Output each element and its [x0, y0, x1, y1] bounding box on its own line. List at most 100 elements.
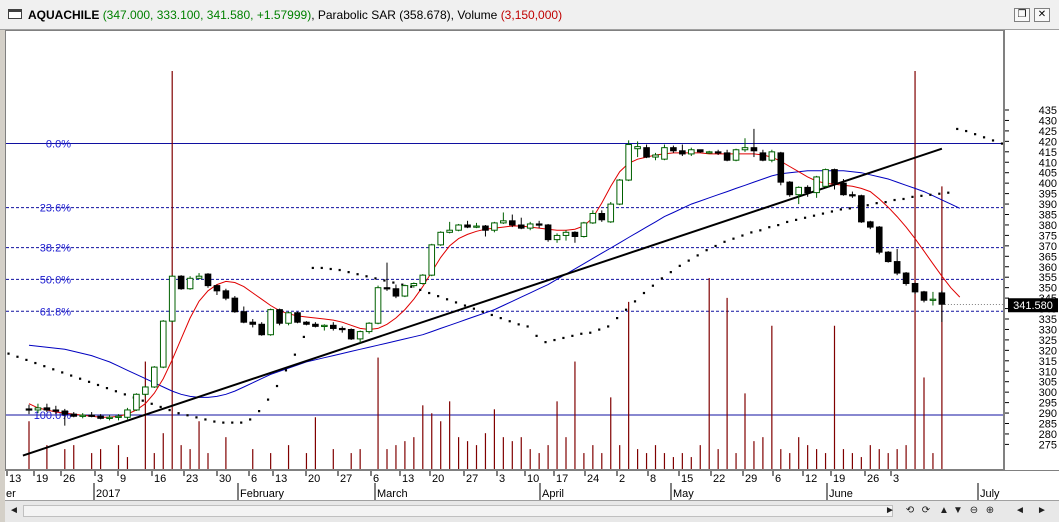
month-label: March	[377, 488, 408, 500]
candle-body	[705, 151, 713, 154]
price-tick-label: 375	[1039, 230, 1057, 242]
page-right-icon[interactable]: ►	[1035, 504, 1049, 518]
sar-dot	[553, 338, 556, 342]
sar-dot	[177, 412, 180, 415]
date-tick-label: 22	[713, 473, 725, 485]
candle-body	[750, 147, 758, 152]
horizontal-scrollbar[interactable]: ◄ ► ⟲ ⟳ ▲ ▼ ⊖ ⊕ ◄ ►	[5, 500, 1059, 522]
candle-body	[97, 415, 104, 419]
price-tick-label: 360	[1039, 262, 1057, 274]
candle-body	[276, 309, 283, 324]
sar-dot	[795, 218, 798, 221]
candle-body	[679, 150, 686, 155]
restore-icon[interactable]: ❐	[1014, 8, 1030, 22]
title-bar: AQUACHILE (347.000, 333.100, 341.580, +1…	[0, 0, 1059, 30]
price-tick-label: 310	[1039, 366, 1057, 378]
candle-body	[875, 226, 883, 253]
sar-dot	[705, 249, 708, 252]
sar-dot	[884, 201, 887, 204]
scroll-up-icon[interactable]: ▲	[937, 504, 951, 518]
sar-dot	[454, 301, 458, 304]
candle-body	[267, 309, 274, 336]
date-tick-label: 3	[97, 473, 103, 485]
date-tick-label: 15	[681, 473, 693, 485]
sar-dot	[258, 410, 261, 413]
candle-body	[321, 324, 328, 328]
candle-body	[356, 331, 364, 340]
candle-body	[500, 220, 507, 224]
candle-body	[258, 323, 265, 336]
month-label: April	[542, 488, 564, 500]
sar-dot	[893, 198, 896, 202]
sar-dot	[947, 191, 950, 194]
sar-dot	[929, 193, 932, 196]
candle-body	[804, 186, 811, 194]
candle-body	[249, 321, 257, 325]
candle-body	[133, 393, 140, 411]
fib-label: 0.0%	[46, 138, 71, 150]
zoom-out-icon[interactable]: ⊖	[967, 504, 981, 518]
price-tick-label: 335	[1039, 314, 1057, 326]
candle-body	[392, 288, 400, 297]
sar-dot	[329, 267, 332, 271]
sar-dot	[956, 127, 959, 131]
candle-body	[777, 152, 785, 183]
candle-body	[365, 322, 373, 333]
month-label: June	[829, 488, 853, 500]
candle-body	[696, 149, 704, 153]
close-icon[interactable]: ✕	[1034, 8, 1050, 22]
candle-body	[455, 224, 462, 231]
candle-body	[517, 224, 525, 229]
candle-body	[723, 152, 731, 161]
sar-dot	[974, 133, 977, 136]
sar-dot	[222, 421, 225, 424]
fib-label: 23.6%	[40, 203, 71, 215]
page-left-icon[interactable]: ◄	[1013, 504, 1027, 518]
scroll-right-arrow-icon[interactable]: ►	[883, 504, 897, 518]
price-tick-label: 390	[1039, 199, 1057, 211]
zoom-in-icon[interactable]: ⊕	[983, 504, 997, 518]
candle-body	[177, 275, 185, 290]
sar-dot	[848, 207, 851, 210]
candle-body	[911, 283, 919, 293]
sar-dot	[687, 259, 690, 262]
date-tick-label: 19	[36, 473, 48, 485]
chart-title: AQUACHILE (347.000, 333.100, 341.580, +1…	[28, 8, 563, 22]
rotate-left-icon[interactable]: ⟲	[903, 504, 917, 518]
date-tick-label: 10	[527, 473, 539, 485]
price-tick-label: 365	[1039, 251, 1057, 263]
sar-dot	[544, 341, 547, 344]
candle-body	[634, 146, 641, 150]
date-tick-label: 3	[893, 473, 899, 485]
date-tick-label: 13	[275, 473, 287, 485]
date-tick-label: 27	[466, 473, 478, 485]
sar-dot	[87, 380, 91, 383]
scroll-left-arrow-icon[interactable]: ◄	[7, 504, 21, 518]
sar-label: Parabolic SAR	[317, 8, 396, 22]
candle-body	[920, 291, 928, 301]
sar-dot	[311, 266, 314, 270]
candle-body	[714, 151, 722, 154]
sar-dot	[365, 275, 368, 278]
price-chart-area[interactable]: 0.0% 23.6% 38.2% 50.0% 61.8% 100.0%	[5, 30, 1004, 470]
date-tick-label: 13	[402, 473, 414, 485]
fib-label: 38.2%	[40, 243, 71, 255]
date-axis: 13 19 26 3 9 16 23 30 6 13 20 27 6 13 20 27 3 10 17 24 2 8 15 2…	[5, 470, 1059, 500]
sar-dot	[302, 335, 305, 339]
sar-dot	[580, 332, 583, 335]
price-tick-label: 295	[1039, 398, 1057, 410]
candle-body	[670, 147, 677, 152]
sar-dot	[642, 291, 646, 295]
scrollbar-track[interactable]	[23, 505, 893, 517]
candle-body	[195, 275, 203, 279]
sar-dot	[231, 421, 234, 424]
price-tick-label: 410	[1039, 157, 1057, 169]
rotate-right-icon[interactable]: ⟳	[919, 504, 933, 518]
sar-dot	[508, 320, 511, 323]
price-tick-label: 350	[1039, 283, 1057, 295]
candle-body	[580, 222, 588, 237]
sar-dot	[240, 421, 243, 424]
sar-dot	[70, 374, 73, 377]
candle-body	[168, 275, 176, 322]
scroll-down-icon[interactable]: ▼	[951, 504, 965, 518]
